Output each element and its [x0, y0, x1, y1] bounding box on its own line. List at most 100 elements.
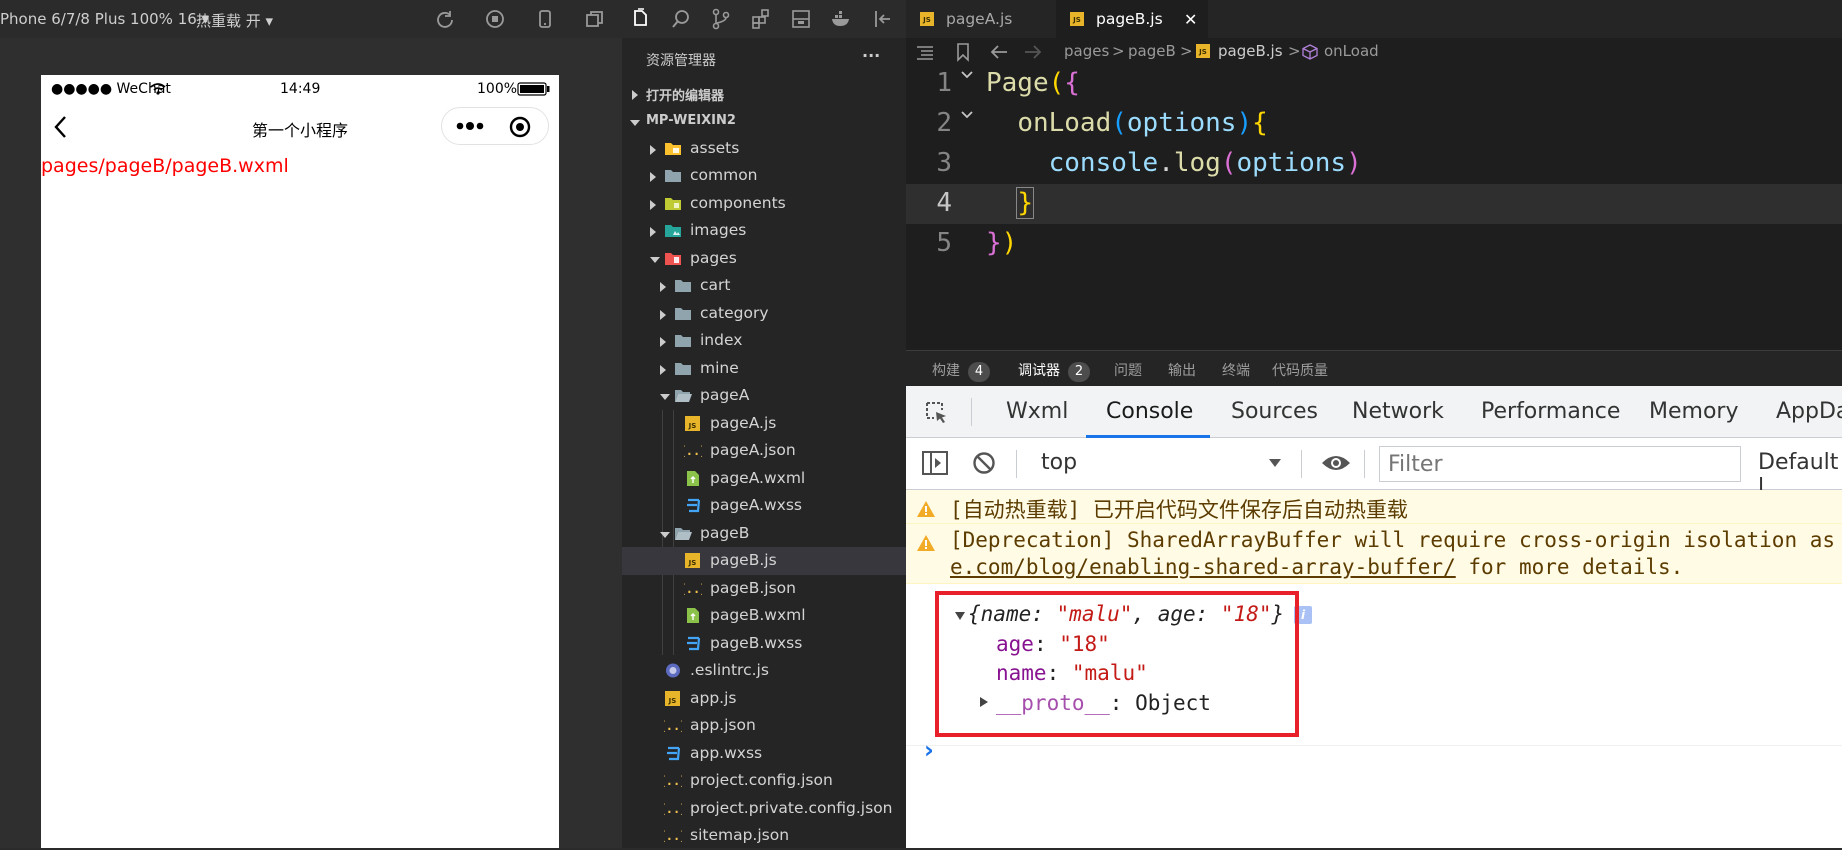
- tab-code-quality[interactable]: 代码质量: [1272, 360, 1328, 380]
- tab-network[interactable]: Network: [1352, 399, 1444, 424]
- file-tree-item[interactable]: images: [622, 217, 906, 245]
- code-line[interactable]: 2 onLoad(options){: [906, 104, 1842, 144]
- file-tree-item[interactable]: pageB.wxss: [622, 630, 906, 658]
- file-tree-item[interactable]: .eslintrc.js: [622, 657, 906, 685]
- collapse-panel-icon[interactable]: [872, 8, 894, 30]
- folder-icon: [664, 162, 684, 189]
- file-tree-item[interactable]: JS app.js: [622, 685, 906, 713]
- file-tree-item[interactable]: {..}pageB.json: [622, 575, 906, 603]
- files-icon[interactable]: [630, 8, 652, 30]
- breadcrumb-method[interactable]: onLoad: [1324, 42, 1379, 60]
- file-tree-item[interactable]: {..}app.json: [622, 712, 906, 740]
- search-icon[interactable]: [670, 8, 692, 30]
- file-tree-item[interactable]: assets: [622, 135, 906, 163]
- list-icon[interactable]: [916, 45, 934, 61]
- fold-chevron-icon[interactable]: [960, 110, 974, 120]
- status-bar: ●●●●● WeChat 14:49 100%: [41, 75, 559, 103]
- live-expression-eye-icon[interactable]: [1321, 453, 1351, 473]
- wxss-file-icon: [684, 630, 704, 657]
- console-prompt[interactable]: ›: [924, 736, 934, 764]
- code-line[interactable]: 5 }): [906, 224, 1842, 264]
- explorer-more-button[interactable]: ···: [862, 46, 880, 65]
- refresh-icon[interactable]: [435, 9, 455, 29]
- more-dots-icon[interactable]: [456, 121, 484, 131]
- file-tree-item[interactable]: mine: [622, 355, 906, 383]
- tab-console[interactable]: Console: [1106, 399, 1193, 424]
- project-section[interactable]: MP-WEIXIN2: [622, 108, 906, 136]
- file-tree-item[interactable]: {..}project.private.config.json: [622, 795, 906, 823]
- tab-build[interactable]: 构建 4: [932, 360, 990, 382]
- file-tree-item[interactable]: pageB: [622, 520, 906, 548]
- tab-memory[interactable]: Memory: [1649, 399, 1738, 424]
- file-tree-item[interactable]: common: [622, 162, 906, 190]
- source-control-icon[interactable]: [710, 8, 732, 30]
- context-selector[interactable]: top: [1041, 450, 1077, 475]
- forward-arrow-icon[interactable]: [1024, 44, 1042, 60]
- svg-text:{..}: {..}: [684, 582, 702, 596]
- tab-sources[interactable]: Sources: [1231, 399, 1318, 424]
- fold-chevron-icon[interactable]: [960, 70, 974, 80]
- tab-problems[interactable]: 问题: [1114, 360, 1142, 380]
- deprecation-link[interactable]: e.com/blog/enabling-shared-array-buffer/: [950, 555, 1456, 579]
- file-tree-item[interactable]: pageB.wxml: [622, 602, 906, 630]
- file-tree-item[interactable]: pageA: [622, 382, 906, 410]
- console-toolbar: top Default l: [906, 438, 1842, 500]
- code-line[interactable]: 1 Page({: [906, 64, 1842, 104]
- breadcrumb-pages[interactable]: pages: [1064, 42, 1109, 60]
- tab-pageA-js[interactable]: JS pageA.js: [906, 0, 1038, 38]
- close-tab-icon[interactable]: ✕: [1184, 10, 1197, 29]
- activity-bar: [622, 0, 906, 38]
- file-tree-item[interactable]: JS pageA.js: [622, 410, 906, 438]
- code-line-current[interactable]: 4 }: [906, 184, 1842, 224]
- toolbar-divider: [1016, 450, 1017, 478]
- clear-console-icon[interactable]: [972, 451, 996, 475]
- storage-icon[interactable]: [790, 8, 812, 30]
- inspect-element-icon[interactable]: [924, 400, 950, 426]
- file-tree-item[interactable]: pages: [622, 245, 906, 273]
- device-selector[interactable]: Phone 6/7/8 Plus 100% 16 ▾: [0, 10, 209, 28]
- file-tree-item[interactable]: {..}project.config.json: [622, 767, 906, 795]
- stop-icon[interactable]: [485, 9, 505, 29]
- tab-pageB-js[interactable]: JS pageB.js ✕: [1056, 0, 1208, 38]
- chevron-right-icon: [632, 90, 638, 100]
- file-tree-item[interactable]: cart: [622, 272, 906, 300]
- docker-icon[interactable]: [830, 8, 852, 30]
- open-editors-section[interactable]: 打开的编辑器: [622, 80, 906, 108]
- file-tree-item[interactable]: {..}pageA.json: [622, 437, 906, 465]
- file-tree-item[interactable]: app.wxss: [622, 740, 906, 768]
- hot-reload-toggle[interactable]: 热重载 开 ▾: [196, 10, 273, 31]
- window-icon[interactable]: [585, 9, 605, 29]
- breadcrumb-file[interactable]: pageB.js: [1218, 42, 1283, 60]
- svg-text:{..}: {..}: [664, 802, 682, 816]
- tab-performance[interactable]: Performance: [1481, 399, 1620, 424]
- file-tree-item[interactable]: index: [622, 327, 906, 355]
- dropdown-arrow-icon[interactable]: [1268, 458, 1282, 468]
- code-line[interactable]: 3 console.log(options): [906, 144, 1842, 184]
- file-tree-item[interactable]: pageA.wxss: [622, 492, 906, 520]
- back-arrow-icon[interactable]: [990, 44, 1008, 60]
- folder-icon: [674, 355, 694, 382]
- file-tree-item[interactable]: pageA.wxml: [622, 465, 906, 493]
- explorer-panel: 资源管理器 ··· 打开的编辑器 MP-WEIXIN2 assets common…: [622, 0, 906, 848]
- file-tree-item[interactable]: components: [622, 190, 906, 218]
- tab-output[interactable]: 输出: [1168, 360, 1196, 380]
- extensions-icon[interactable]: [750, 8, 772, 30]
- sidebar-toggle-icon[interactable]: [922, 451, 948, 475]
- file-tree-item[interactable]: {..}sitemap.json: [622, 822, 906, 850]
- close-target-icon[interactable]: [509, 116, 531, 138]
- filter-input[interactable]: [1379, 446, 1741, 482]
- chevron-right-icon: [660, 282, 666, 292]
- bookmark-icon[interactable]: [956, 43, 970, 62]
- svg-text:JS: JS: [688, 559, 697, 567]
- explorer-title: 资源管理器: [646, 53, 716, 69]
- tab-appdata[interactable]: AppDa: [1776, 399, 1842, 424]
- tab-wxml[interactable]: Wxml: [1006, 399, 1068, 424]
- chevron-right-icon: [660, 337, 666, 347]
- breadcrumb-pageB[interactable]: pageB: [1128, 42, 1176, 60]
- file-tree-item[interactable]: JS pageB.js: [622, 547, 906, 575]
- simulator-panel: Phone 6/7/8 Plus 100% 16 ▾ 热重载 开 ▾ ●●●●●…: [0, 0, 622, 848]
- tab-terminal[interactable]: 终端: [1222, 360, 1250, 380]
- file-tree-item[interactable]: category: [622, 300, 906, 328]
- phone-icon[interactable]: [535, 9, 555, 29]
- tab-debugger[interactable]: 调试器 2: [1018, 360, 1090, 391]
